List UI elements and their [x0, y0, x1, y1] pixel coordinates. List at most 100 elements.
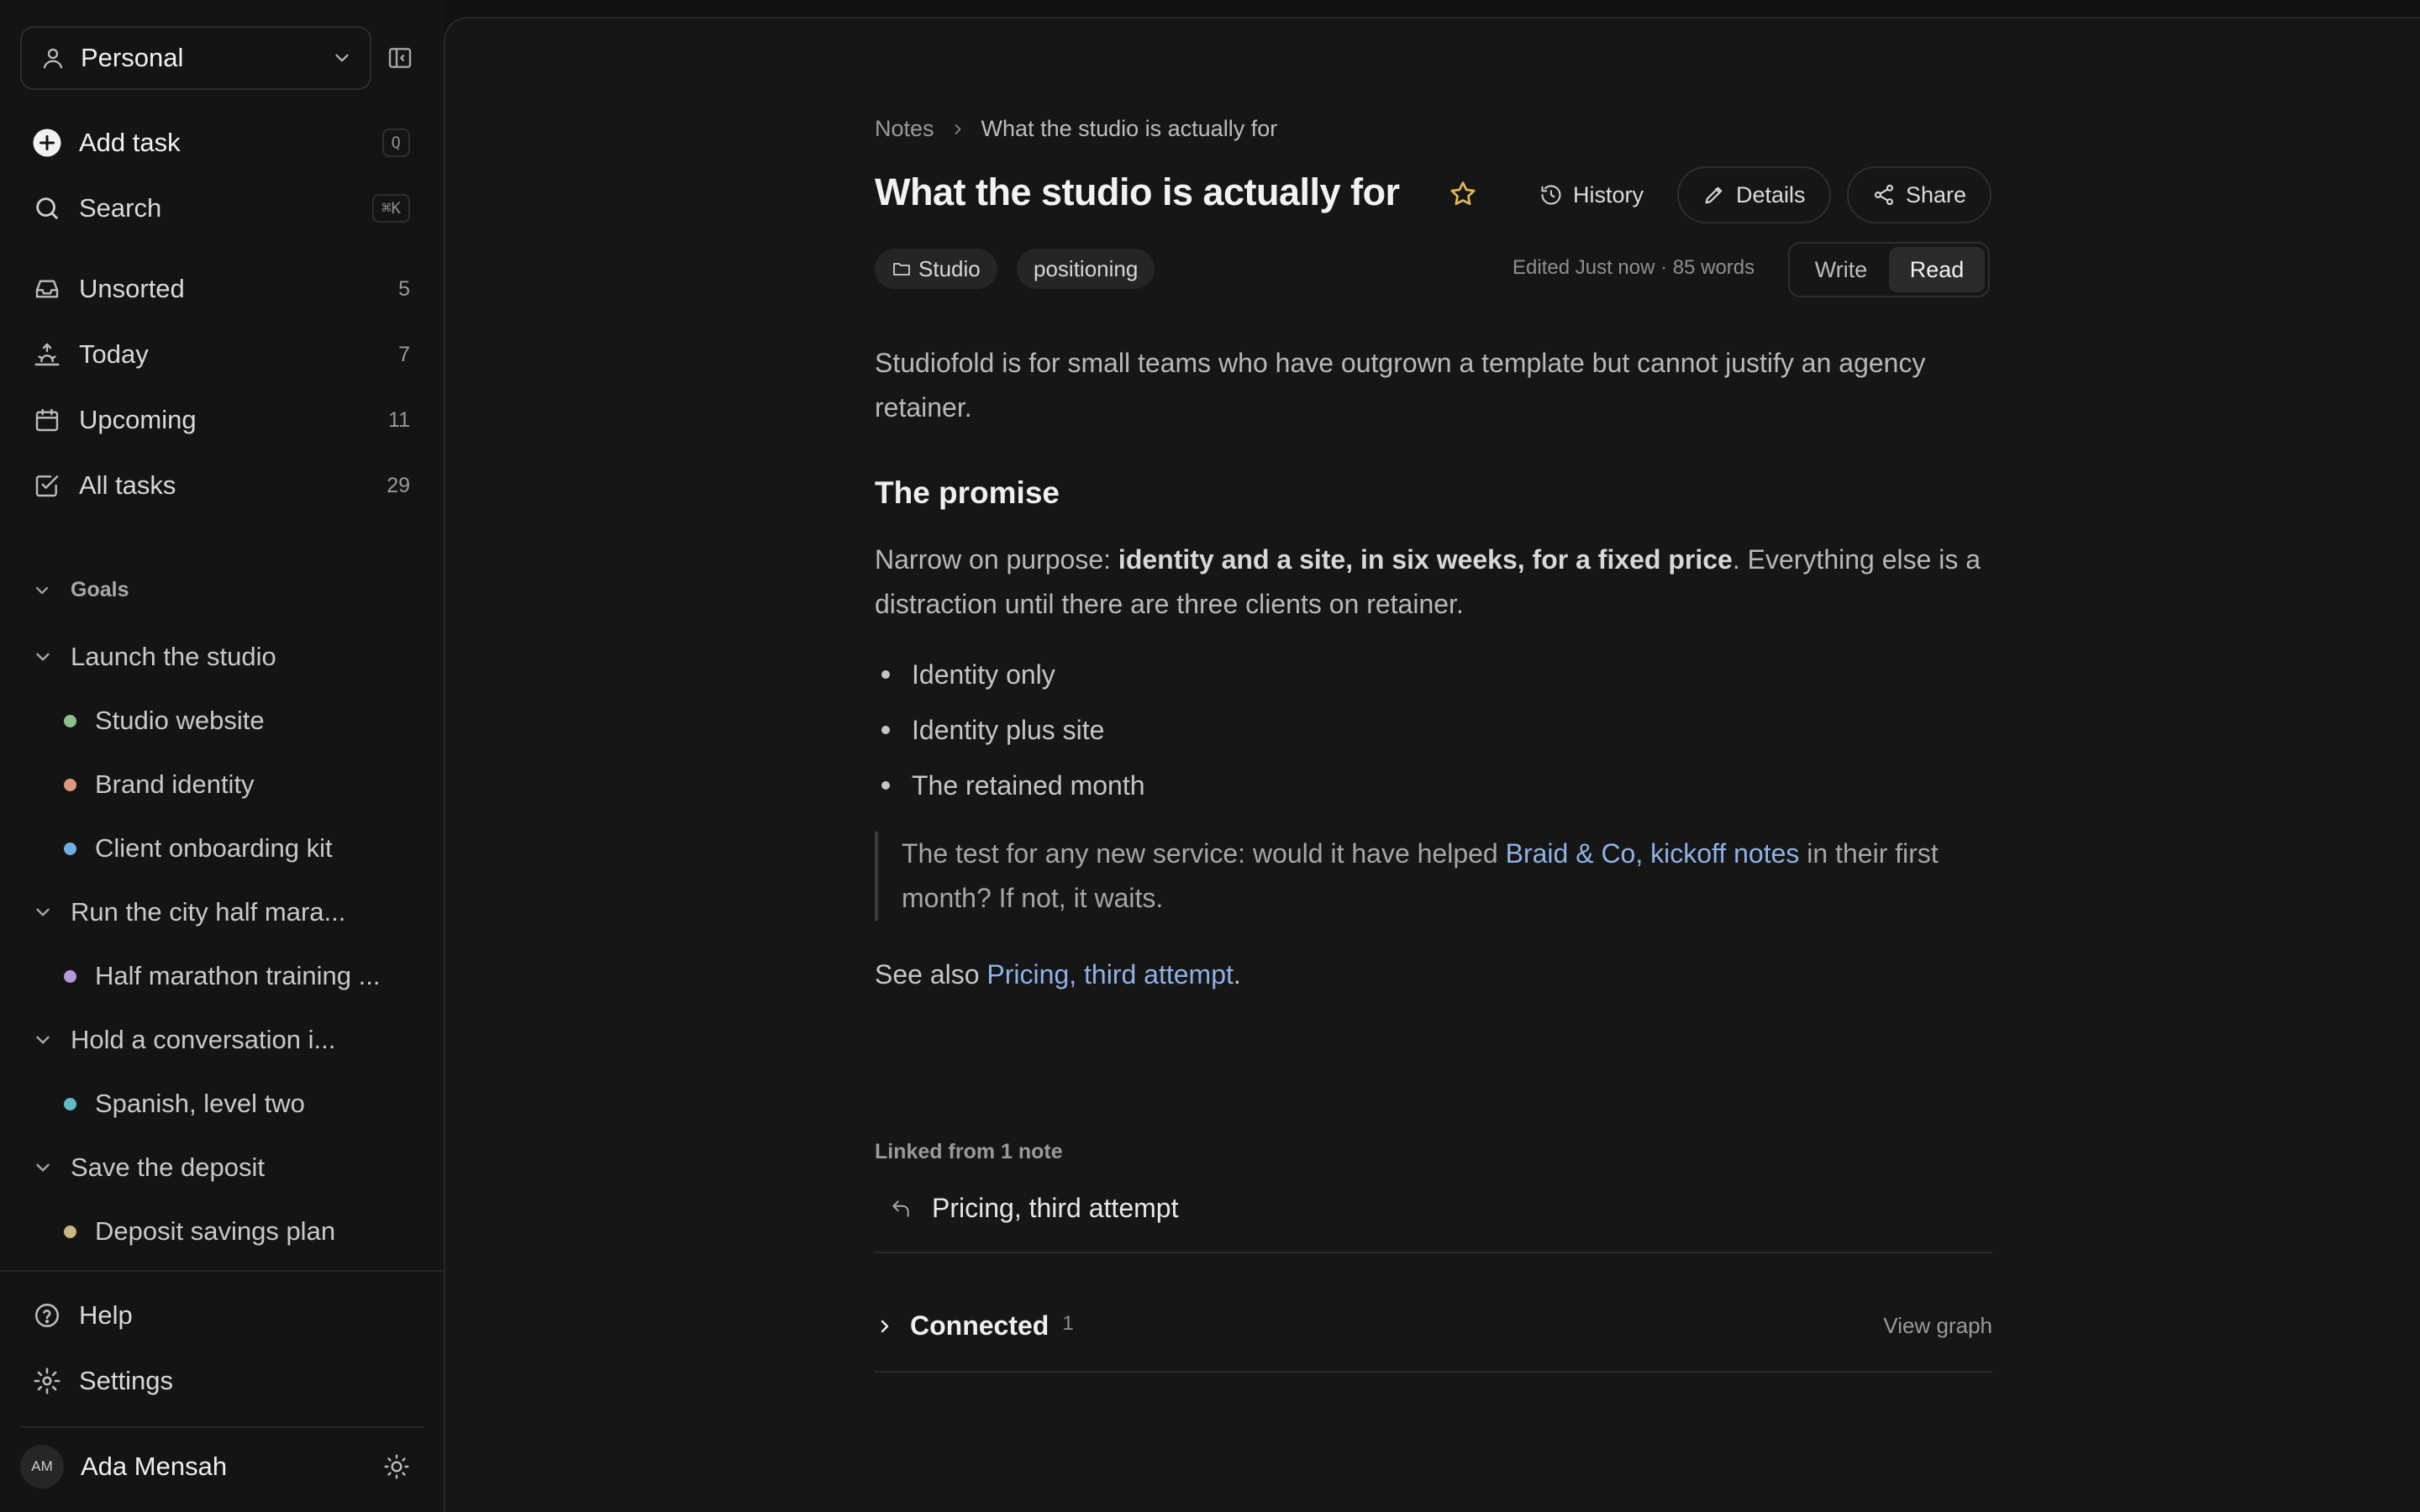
- promise-prefix: Narrow on purpose:: [875, 544, 1118, 575]
- goal-launch-the-studio[interactable]: Launch the studio: [32, 642, 276, 672]
- chevron-down-icon: [32, 1029, 54, 1051]
- promise-bold: identity and a site, in six weeks, for a…: [1118, 544, 1733, 575]
- connected-count: 1: [1062, 1311, 1074, 1335]
- history-button[interactable]: History: [1516, 166, 1667, 223]
- note-link-braid[interactable]: Braid & Co, kickoff notes: [1506, 838, 1800, 869]
- sidebar-divider: [20, 1426, 424, 1428]
- edit-meta: Edited Just now · 85 words: [1512, 256, 1755, 279]
- project-label: Half marathon training ...: [95, 961, 381, 990]
- project-color-dot: [64, 714, 76, 727]
- bullet-dot: [881, 781, 890, 790]
- sidebar-item-count: 5: [398, 276, 410, 301]
- breadcrumb-current: What the studio is actually for: [981, 116, 1278, 141]
- backlinks-heading: Linked from 1 note: [875, 1140, 1063, 1163]
- sidebar-item-all-tasks[interactable]: All tasks 29: [32, 470, 410, 501]
- goal-save-the-deposit[interactable]: Save the deposit: [32, 1152, 265, 1183]
- connected-label[interactable]: Connected: [910, 1310, 1049, 1341]
- project-brand-identity[interactable]: Brand identity: [64, 769, 255, 800]
- chevron-down-icon: [32, 1157, 54, 1179]
- connected-section: Connected 1 View graph: [875, 1310, 1992, 1341]
- details-button[interactable]: Details: [1677, 166, 1831, 223]
- read-mode-button[interactable]: Read: [1889, 247, 1985, 292]
- sidebar-item-unsorted[interactable]: Unsorted 5: [32, 274, 410, 304]
- chevron-right-icon: [950, 121, 966, 138]
- project-label: Client onboarding kit: [95, 833, 333, 863]
- quote-prefix: The test for any new service: would it h…: [902, 838, 1506, 869]
- tag-chip[interactable]: positioning: [1017, 249, 1155, 289]
- help-label: Help: [79, 1300, 133, 1330]
- bullet-list: Identity only Identity plus site The ret…: [875, 647, 1145, 813]
- write-mode-button[interactable]: Write: [1793, 247, 1889, 292]
- chevron-right-icon[interactable]: [875, 1316, 895, 1336]
- sidebar-toggle-icon[interactable]: [387, 45, 413, 71]
- share-button[interactable]: Share: [1847, 166, 1992, 223]
- goal-run-the-city-half-marathon[interactable]: Run the city half mara...: [32, 897, 345, 927]
- project-color-dot: [64, 1097, 76, 1110]
- add-task-button[interactable]: Add task Q: [32, 126, 410, 160]
- help-button[interactable]: Help: [32, 1300, 410, 1331]
- add-task-shortcut: Q: [381, 129, 410, 157]
- sidebar-item-count: 7: [398, 342, 410, 366]
- section-heading: The promise: [875, 475, 1060, 510]
- project-label: Brand identity: [95, 769, 255, 799]
- folder-icon: [892, 259, 912, 279]
- goal-hold-a-conversation[interactable]: Hold a conversation i...: [32, 1025, 335, 1055]
- see-also-paragraph: See also Pricing, third attempt.: [875, 953, 1992, 997]
- mode-toggle: Write Read: [1788, 242, 1990, 297]
- list-item: The retained month: [875, 758, 1145, 813]
- page-title[interactable]: What the studio is actually for: [875, 171, 1400, 214]
- project-spanish-level-two[interactable]: Spanish, level two: [64, 1089, 305, 1119]
- project-client-onboarding-kit[interactable]: Client onboarding kit: [64, 833, 333, 864]
- see-also-suffix: .: [1233, 959, 1241, 990]
- history-label: History: [1573, 181, 1644, 207]
- list-item-text: Identity plus site: [912, 714, 1105, 745]
- sidebar-item-upcoming[interactable]: Upcoming 11: [32, 405, 410, 435]
- settings-button[interactable]: Settings: [32, 1366, 410, 1396]
- workspace-switcher[interactable]: Personal: [20, 26, 371, 90]
- main-panel: [444, 17, 2420, 1512]
- backlink-label: Pricing, third attempt: [932, 1193, 1179, 1223]
- chevron-down-icon: [331, 47, 353, 69]
- project-color-dot: [64, 842, 76, 855]
- help-icon: [32, 1301, 62, 1330]
- share-icon: [1872, 183, 1896, 207]
- settings-label: Settings: [79, 1366, 174, 1395]
- user-icon: [40, 45, 66, 71]
- list-item: Identity only: [875, 647, 1145, 702]
- project-half-marathon-training[interactable]: Half marathon training ...: [64, 961, 380, 991]
- goal-label: Save the deposit: [71, 1152, 265, 1182]
- search-icon: [32, 194, 62, 223]
- avatar: AM: [20, 1445, 64, 1488]
- project-studio-website[interactable]: Studio website: [64, 706, 265, 736]
- goal-label: Launch the studio: [71, 642, 276, 671]
- bullet-dot: [881, 670, 890, 679]
- add-task-label: Add task: [79, 128, 181, 157]
- search-button[interactable]: Search ⌘K: [32, 193, 410, 223]
- chevron-down-icon: [32, 901, 54, 923]
- blockquote: The test for any new service: would it h…: [875, 832, 1992, 921]
- sidebar: Personal Add task Q Search ⌘K Unsorted 5…: [0, 0, 444, 1512]
- sun-icon[interactable]: [383, 1453, 410, 1480]
- backlink-item[interactable]: Pricing, third attempt: [875, 1193, 1178, 1224]
- folder-label: Studio: [918, 255, 981, 281]
- note-link-pricing[interactable]: Pricing, third attempt: [986, 959, 1233, 990]
- sidebar-item-today[interactable]: Today 7: [32, 339, 410, 370]
- folder-chip[interactable]: Studio: [875, 249, 997, 289]
- project-deposit-savings-plan[interactable]: Deposit savings plan: [64, 1216, 335, 1247]
- user-profile[interactable]: AM Ada Mensah: [20, 1445, 410, 1488]
- workspace-name: Personal: [81, 43, 184, 72]
- view-graph-link[interactable]: View graph: [1883, 1313, 1992, 1339]
- star-icon[interactable]: [1448, 179, 1478, 209]
- plus-circle-icon: [32, 126, 62, 160]
- project-label: Spanish, level two: [95, 1089, 305, 1118]
- project-color-dot: [64, 778, 76, 791]
- sidebar-item-count: 29: [387, 473, 410, 497]
- goals-section-toggle[interactable]: Goals: [32, 578, 129, 602]
- list-item: Identity plus site: [875, 702, 1145, 758]
- bullet-dot: [881, 726, 890, 734]
- sidebar-item-label: Unsorted: [79, 274, 185, 303]
- project-label: Studio website: [95, 706, 265, 735]
- breadcrumb-notes[interactable]: Notes: [875, 116, 934, 142]
- project-color-dot: [64, 1225, 76, 1238]
- divider: [875, 1371, 1992, 1373]
